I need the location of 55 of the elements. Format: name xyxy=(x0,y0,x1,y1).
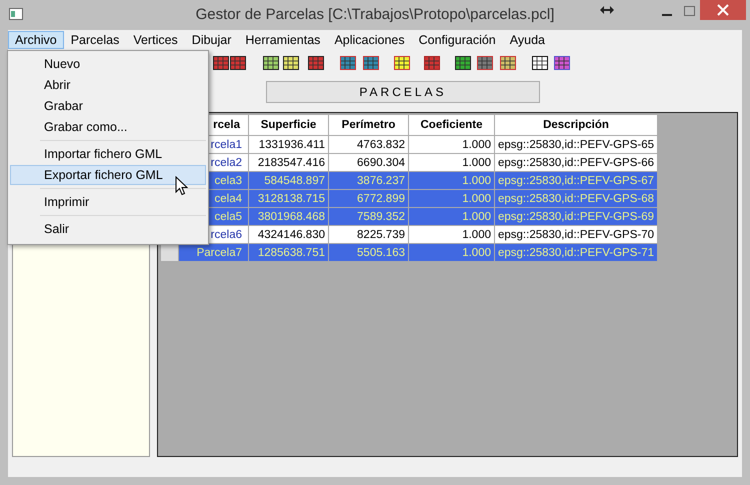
menu-option[interactable]: Abrir xyxy=(10,75,206,95)
toolbar-grid-icon[interactable] xyxy=(283,56,299,70)
menu-item[interactable]: Dibujar xyxy=(184,31,238,49)
table-cell: 1.000 xyxy=(408,172,494,190)
toolbar-grid-icon[interactable] xyxy=(532,56,548,70)
mouse-cursor-icon xyxy=(175,176,188,196)
column-header[interactable]: Coeficiente xyxy=(408,114,494,136)
parcelas-button[interactable]: PARCELAS xyxy=(266,81,540,103)
menu-option[interactable]: Nuevo xyxy=(10,54,206,74)
toolbar-grid-icon[interactable] xyxy=(394,56,410,70)
menu-item[interactable]: Herramientas xyxy=(238,31,328,49)
table-cell: 6690.304 xyxy=(328,154,408,172)
table-cell: 2183547.416 xyxy=(248,154,328,172)
table-cell: 1331936.411 xyxy=(248,136,328,154)
table-cell: 1.000 xyxy=(408,154,494,172)
menu-item[interactable]: Vertices xyxy=(126,31,185,49)
column-header[interactable]: Descripción xyxy=(494,114,658,136)
menu-item[interactable]: Aplicaciones xyxy=(327,31,412,49)
menu-item[interactable]: Parcelas xyxy=(64,31,126,49)
table-cell: 1.000 xyxy=(408,136,494,154)
table-cell: 6772.899 xyxy=(328,190,408,208)
menu-item[interactable]: Ayuda xyxy=(502,31,552,49)
menu-item[interactable]: Configuración xyxy=(412,31,503,49)
table-cell: epsg::25830,id::PEFV-GPS-68 xyxy=(494,190,658,208)
menu-option[interactable]: Exportar fichero GML xyxy=(10,165,206,185)
table-cell: 7589.352 xyxy=(328,208,408,226)
table-cell: 8225.739 xyxy=(328,226,408,244)
table-cell: epsg::25830,id::PEFV-GPS-66 xyxy=(494,154,658,172)
table-cell: 1285638.751 xyxy=(248,244,328,262)
table-cell: epsg::25830,id::PEFV-GPS-71 xyxy=(494,244,658,262)
table-cell: 1.000 xyxy=(408,208,494,226)
table-cell: 3801968.468 xyxy=(248,208,328,226)
table-cell: epsg::25830,id::PEFV-GPS-70 xyxy=(494,226,658,244)
table-cell: 4763.832 xyxy=(328,136,408,154)
table-cell: 3128138.715 xyxy=(248,190,328,208)
table-cell: epsg::25830,id::PEFV-GPS-65 xyxy=(494,136,658,154)
menu-item[interactable]: Archivo xyxy=(8,31,64,49)
table-cell: epsg::25830,id::PEFV-GPS-69 xyxy=(494,208,658,226)
table-cell: 3876.237 xyxy=(328,172,408,190)
table-cell: 5505.163 xyxy=(328,244,408,262)
column-header[interactable]: Superficie xyxy=(248,114,328,136)
table-cell: 1.000 xyxy=(408,226,494,244)
resize-arrow-icon[interactable] xyxy=(600,6,614,14)
column-header[interactable]: Perímetro xyxy=(328,114,408,136)
window-title: Gestor de Parcelas [C:\Trabajos\Protopo\parcelas.pcl] xyxy=(194,6,556,23)
table-cell: 4324146.830 xyxy=(248,226,328,244)
close-button[interactable] xyxy=(700,0,746,20)
table-cell: 1.000 xyxy=(408,244,494,262)
table-cell: 584548.897 xyxy=(248,172,328,190)
toolbar-grid-icon[interactable] xyxy=(263,56,279,70)
table-cell: 1.000 xyxy=(408,190,494,208)
table-cell: epsg::25830,id::PEFV-GPS-67 xyxy=(494,172,658,190)
app-icon xyxy=(9,8,23,20)
table-cell: Parcela7 xyxy=(178,244,248,262)
menu-option[interactable]: Grabar xyxy=(10,96,206,116)
